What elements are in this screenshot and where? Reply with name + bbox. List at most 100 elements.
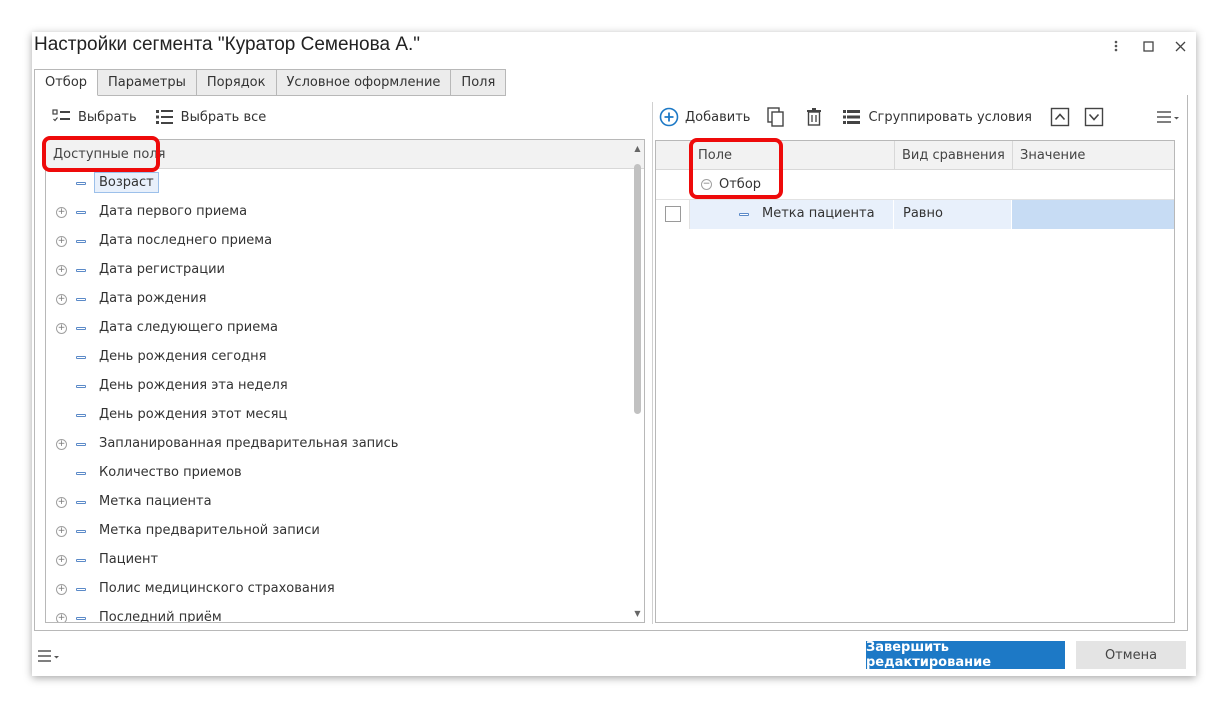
chevron-down-box-icon <box>1084 107 1104 127</box>
tree-item-label: Полис медицинского страхования <box>99 581 335 596</box>
tab-fields[interactable]: Поля <box>451 69 507 96</box>
tree-item[interactable]: + Дата первого приема <box>46 198 644 227</box>
expand-icon[interactable]: + <box>56 526 67 537</box>
menu-icon <box>1155 107 1179 127</box>
scroll-thumb[interactable] <box>634 164 641 414</box>
tree-item-label: Метка предварительной записи <box>99 523 320 538</box>
tree-item-label: День рождения этот месяц <box>99 407 288 422</box>
tree-item[interactable]: + Дата последнего приема <box>46 227 644 256</box>
tree-item[interactable]: День рождения эта неделя <box>46 372 644 401</box>
footer-menu-icon <box>36 650 62 670</box>
left-toolbar: Выбрать Выбрать все <box>50 105 268 129</box>
maximize-icon[interactable] <box>1140 38 1156 54</box>
right-more-menu-button[interactable] <box>1153 105 1179 129</box>
filter-condition-row[interactable]: Метка пациента Равно <box>656 199 1174 229</box>
tree-item[interactable]: День рождения сегодня <box>46 343 644 372</box>
tree-item-label: Пациент <box>99 552 159 567</box>
tab-filter[interactable]: Отбор <box>34 69 99 96</box>
add-label: Добавить <box>685 109 751 125</box>
tree-item[interactable]: + Полис медицинского страхования <box>46 575 644 604</box>
expand-icon[interactable]: + <box>56 497 67 508</box>
move-up-button[interactable] <box>1048 105 1072 129</box>
tree-item-label: Дата рождения <box>99 291 207 306</box>
field-icon <box>739 213 749 216</box>
header-compare[interactable]: Вид сравнения <box>895 141 1013 170</box>
tree-scrollbar[interactable]: ▲ ▼ <box>633 142 642 620</box>
move-down-button[interactable] <box>1082 105 1106 129</box>
expand-icon[interactable]: + <box>56 555 67 566</box>
kebab-vertical-icon[interactable] <box>1108 38 1124 54</box>
expand-icon[interactable]: + <box>56 236 67 247</box>
add-circle-icon <box>659 107 679 127</box>
group-list-icon <box>842 107 862 127</box>
tree-item-label: Дата регистрации <box>99 262 226 277</box>
expand-icon[interactable]: + <box>56 207 67 218</box>
select-label: Выбрать <box>78 109 137 125</box>
condition-checkbox[interactable] <box>665 206 681 222</box>
tree-item[interactable]: + Дата рождения <box>46 285 644 314</box>
tree-item-label: Дата следующего приема <box>99 320 279 335</box>
expand-icon[interactable]: + <box>56 323 67 334</box>
tree-item[interactable]: + Дата следующего приема <box>46 314 644 343</box>
tab-conditional-formatting[interactable]: Условное оформление <box>276 69 452 96</box>
tree-item[interactable]: Количество приемов <box>46 459 644 488</box>
cancel-button[interactable]: Отмена <box>1076 641 1186 669</box>
expand-icon[interactable]: + <box>56 584 67 595</box>
scroll-down-icon[interactable]: ▼ <box>633 609 642 618</box>
expand-icon[interactable]: + <box>56 294 67 305</box>
tree-item[interactable]: День рождения этот месяц <box>46 401 644 430</box>
filter-conditions-grid: Поле Вид сравнения Значение − Отбор Метк… <box>655 140 1175 623</box>
tree-item[interactable]: + Метка пациента <box>46 488 644 517</box>
group-conditions-button[interactable]: Сгруппировать условия <box>840 105 1034 129</box>
tree-item-label: Последний приём <box>99 610 222 623</box>
segment-settings-dialog: Настройки сегмента "Куратор Семенова А."… <box>32 32 1196 676</box>
delete-button[interactable] <box>802 105 826 129</box>
condition-value-cell[interactable] <box>1012 200 1174 229</box>
field-icon <box>76 501 86 504</box>
condition-field-cell[interactable]: Метка пациента <box>690 200 894 229</box>
scroll-up-icon[interactable]: ▲ <box>633 144 642 153</box>
chevron-up-box-icon <box>1050 107 1070 127</box>
tree-item-label: День рождения сегодня <box>99 349 267 364</box>
expand-icon[interactable]: + <box>56 439 67 450</box>
select-all-button[interactable]: Выбрать все <box>153 105 269 129</box>
tree-item[interactable]: + Метка предварительной записи <box>46 517 644 546</box>
tree-item[interactable]: + Пациент <box>46 546 644 575</box>
close-icon[interactable] <box>1172 38 1188 54</box>
expand-icon[interactable]: + <box>56 265 67 276</box>
tree-body: Возраст + Дата первого приема + Дата последн… <box>46 169 644 623</box>
tree-item[interactable]: Возраст <box>46 169 644 198</box>
window-controls <box>1108 38 1188 54</box>
header-value[interactable]: Значение <box>1013 141 1174 170</box>
tab-order[interactable]: Порядок <box>196 69 277 96</box>
tree-item[interactable]: + Последний приём <box>46 604 644 623</box>
tab-parameters[interactable]: Параметры <box>98 69 197 96</box>
pane-divider[interactable] <box>652 102 653 624</box>
copy-icon <box>766 107 786 127</box>
tree-item-label: День рождения эта неделя <box>99 378 288 393</box>
condition-compare-cell[interactable]: Равно <box>894 200 1012 229</box>
tree-item-label: Возраст <box>94 172 159 193</box>
field-icon <box>76 617 86 620</box>
field-icon <box>76 269 86 272</box>
field-icon <box>76 240 86 243</box>
add-button[interactable]: Добавить <box>657 105 752 129</box>
tree-item[interactable]: + Дата регистрации <box>46 256 644 285</box>
header-checkbox-col <box>656 141 691 170</box>
expand-icon[interactable]: + <box>56 613 67 622</box>
condition-checkbox-cell <box>656 200 690 229</box>
field-icon <box>76 385 86 388</box>
field-icon <box>76 530 86 533</box>
copy-button[interactable] <box>764 105 788 129</box>
field-icon <box>76 472 86 475</box>
footer-menu-button[interactable] <box>36 646 62 670</box>
trash-icon <box>804 107 824 127</box>
field-icon <box>76 327 86 330</box>
finish-editing-button[interactable]: Завершить редактирование <box>866 640 1065 670</box>
list-icon <box>155 107 175 127</box>
available-fields-tree: Доступные поля Возраст + Дата первого прие… <box>45 139 645 623</box>
highlight-available-fields <box>42 136 160 172</box>
select-button[interactable]: Выбрать <box>50 105 139 129</box>
tree-item-label: Количество приемов <box>99 465 242 480</box>
tree-item[interactable]: + Запланированная предварительная запись <box>46 430 644 459</box>
